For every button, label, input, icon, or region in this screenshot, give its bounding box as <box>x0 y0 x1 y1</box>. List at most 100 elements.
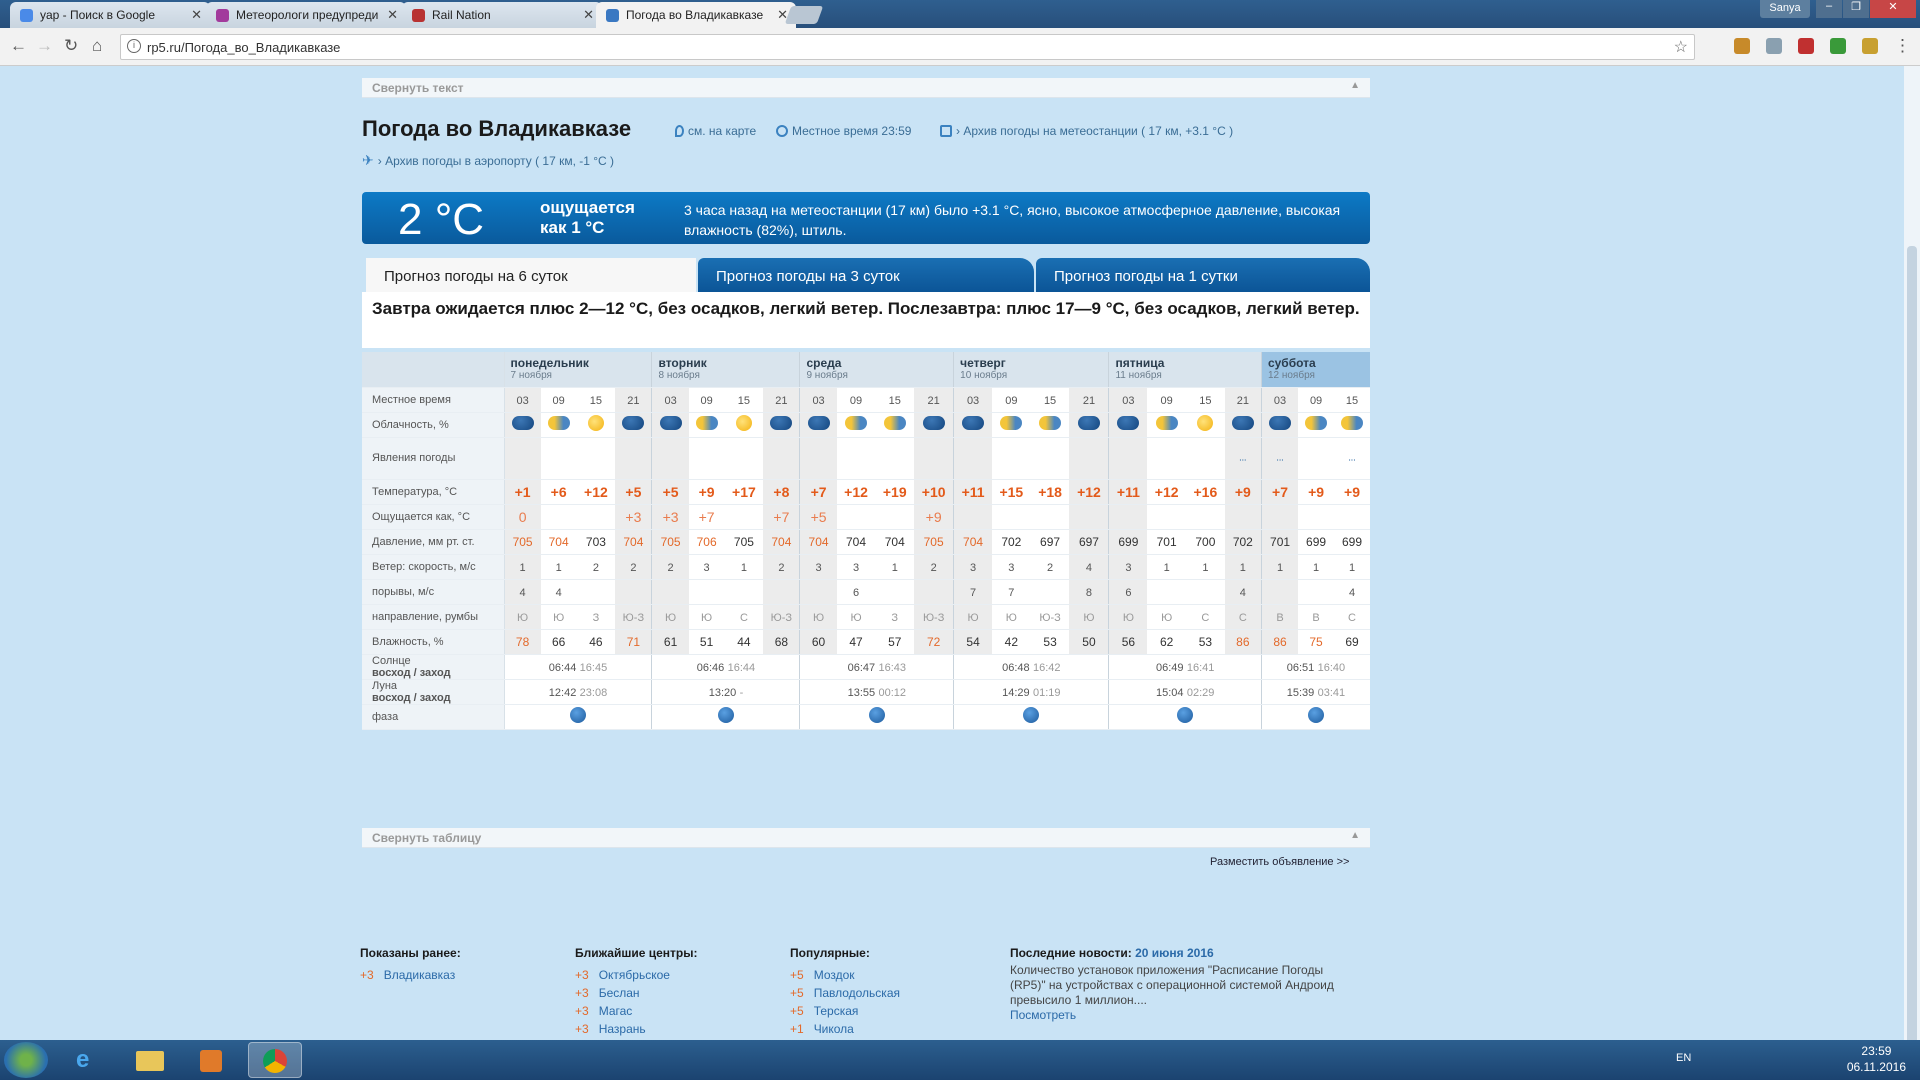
value: 15 <box>888 394 901 407</box>
adblock-icon[interactable] <box>1798 38 1814 54</box>
wind-cell: 1 <box>540 554 577 580</box>
temperature-cell: +12 <box>836 479 876 505</box>
gust-cell <box>1186 579 1225 605</box>
day-date: 11 ноября <box>1115 370 1162 381</box>
gust-cell: 7 <box>953 579 992 605</box>
browser-tab[interactable]: Метеорологи предупреди ✕ <box>206 2 406 28</box>
media-player-icon[interactable] <box>186 1042 238 1078</box>
moon-phase-icon <box>868 707 885 723</box>
value: 699 <box>1118 534 1139 549</box>
collapse-text-button[interactable]: Свернуть текст ▲ <box>362 78 1370 98</box>
back-icon[interactable]: ← <box>10 36 27 56</box>
wind-cell: 2 <box>914 554 954 580</box>
list-item[interactable]: +5 Моздок <box>790 968 900 982</box>
tab-forecast-3-days[interactable]: Прогноз погоды на 3 суток <box>698 258 1034 293</box>
reload-icon[interactable]: ↻ <box>64 36 78 56</box>
list-item[interactable]: +3 Назрань <box>575 1022 697 1036</box>
profile-button[interactable]: Sanya <box>1760 0 1810 18</box>
tomorrow-summary: Завтра ожидается плюс 2—12 °C, без осадк… <box>362 292 1370 348</box>
pressure-cell: 704 <box>836 529 876 555</box>
close-tab-icon[interactable]: ✕ <box>583 7 594 23</box>
cloud-icon <box>659 416 682 430</box>
language-indicator[interactable]: EN <box>1676 1052 1691 1064</box>
scrollbar[interactable] <box>1904 66 1920 1046</box>
scrollbar-thumb[interactable] <box>1907 246 1917 1046</box>
forward-icon[interactable]: → <box>36 36 53 56</box>
value: +15 <box>999 483 1024 500</box>
direction-cell: С <box>1186 604 1225 630</box>
info-icon[interactable]: i <box>127 39 141 53</box>
direction-cell: З <box>875 604 915 630</box>
value: 15:39 <box>1286 686 1315 699</box>
value: 21 <box>927 394 940 407</box>
partly-cloudy-icon <box>883 416 906 430</box>
list-item[interactable]: +3 Октябрьское <box>575 968 697 982</box>
close-tab-icon[interactable]: ✕ <box>191 7 202 23</box>
post-ad-link[interactable]: Разместить объявление >> <box>1210 856 1349 868</box>
value: Ю <box>850 611 862 624</box>
list-item[interactable]: +5 Павлодольская <box>790 986 900 1000</box>
collapse-table-button[interactable]: Свернуть таблицу ▲ <box>362 828 1370 848</box>
news-more-link[interactable]: Посмотреть <box>1010 1008 1350 1023</box>
menu-icon[interactable]: ⋮ <box>1894 36 1911 56</box>
weather-favicon-icon <box>606 9 619 22</box>
news-date[interactable]: 20 июня 2016 <box>1135 946 1214 960</box>
phenomena-cell <box>651 437 689 480</box>
value: 46 <box>589 634 603 649</box>
folder-icon[interactable] <box>124 1042 176 1078</box>
value: 705 <box>923 534 944 549</box>
day-date: 8 ноября <box>658 370 700 381</box>
browser-tab[interactable]: Rail Nation ✕ <box>402 2 602 28</box>
list-item[interactable]: +5 Терская <box>790 1004 900 1018</box>
browser-tab-active[interactable]: Погода во Владикавказе ✕ <box>596 2 796 29</box>
minimize-icon[interactable]: – <box>1816 0 1842 18</box>
value: +5 <box>625 483 642 500</box>
list-item[interactable]: +3 Владикавказ <box>360 968 461 982</box>
value: 75 <box>1309 634 1323 649</box>
extension-icon[interactable] <box>1830 38 1846 54</box>
humidity-cell: 50 <box>1069 629 1109 655</box>
maximize-icon[interactable]: ❐ <box>1843 0 1869 18</box>
gust-cell <box>1298 579 1334 605</box>
partly-cloudy-icon <box>695 416 718 430</box>
list-item[interactable]: +3 Беслан <box>575 986 697 1000</box>
value: 21 <box>1236 394 1249 407</box>
day-cell: 06:47 16:43 <box>799 654 954 680</box>
home-icon[interactable]: ⌂ <box>92 36 102 56</box>
value: Ю-З <box>622 611 645 624</box>
browser-tab[interactable]: yap - Поиск в Google ✕ <box>10 2 210 28</box>
pressure-cell: 701 <box>1147 529 1187 555</box>
address-bar[interactable]: i rp5.ru/Погода_во_Владикавказе ☆ <box>120 34 1695 60</box>
tab-forecast-1-day[interactable]: Прогноз погоды на 1 сутки <box>1036 258 1370 293</box>
wind-cell: 1 <box>1186 554 1225 580</box>
map-link[interactable]: см. на карте <box>675 124 756 138</box>
value: 704 <box>808 534 829 549</box>
list-item[interactable]: +3 Магас <box>575 1004 697 1018</box>
row-label: Местное время <box>362 387 505 413</box>
bookmark-star-icon[interactable]: ☆ <box>1674 37 1688 57</box>
value: 01:19 <box>1033 686 1061 699</box>
start-button[interactable] <box>4 1042 48 1078</box>
list-item[interactable]: +1 Чикола <box>790 1022 900 1036</box>
value: +9 <box>1234 483 1251 500</box>
close-tab-icon[interactable]: ✕ <box>387 7 398 23</box>
airport-archive-link[interactable]: ✈ › Архив погоды в аэропорту ( 17 км, -1 … <box>362 152 614 169</box>
humidity-cell: 75 <box>1298 629 1334 655</box>
station-archive-link[interactable]: › Архив погоды на метеостанции ( 17 км, … <box>940 124 1233 138</box>
extension-icon[interactable] <box>1734 38 1750 54</box>
value: 06:51 <box>1286 661 1315 674</box>
extension-icon[interactable] <box>1862 38 1878 54</box>
system-clock[interactable]: 23:59 06.11.2016 <box>1847 1043 1906 1075</box>
chrome-icon[interactable] <box>248 1042 302 1078</box>
time-cell: 21 <box>914 387 954 413</box>
new-tab-button[interactable] <box>784 6 824 24</box>
phenomena-cell: ⸳⸳⸳ <box>1334 437 1370 480</box>
value: 3 <box>970 561 977 574</box>
cloud-cell <box>991 412 1031 438</box>
time-cell: 21 <box>615 387 652 413</box>
pressure-cell: 704 <box>540 529 577 555</box>
close-window-icon[interactable]: ✕ <box>1870 0 1916 18</box>
ie-icon[interactable]: e <box>62 1042 114 1078</box>
extension-icon[interactable] <box>1766 38 1782 54</box>
tab-forecast-6-days[interactable]: Прогноз погоды на 6 суток <box>366 258 696 293</box>
